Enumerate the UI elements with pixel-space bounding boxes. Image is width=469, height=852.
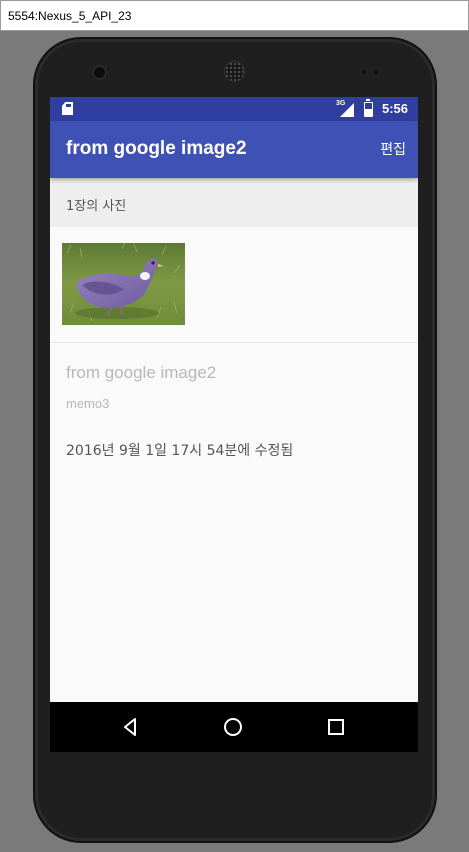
- emulator-title: 5554:Nexus_5_API_23: [8, 9, 132, 23]
- app-toolbar: from google image2 편집: [50, 121, 418, 178]
- modified-timestamp: 2016년 9월 1일 17시 54분에 수정됨: [66, 443, 294, 459]
- emulator-title-bar: 5554:Nexus_5_API_23: [0, 0, 469, 31]
- navigation-bar: [50, 702, 418, 752]
- back-icon[interactable]: [120, 716, 142, 738]
- status-clock: 5:56: [381, 101, 408, 116]
- photo-count-label: 1장의 사진: [66, 199, 127, 214]
- recents-icon[interactable]: [325, 716, 347, 738]
- note-memo: memo3: [66, 396, 110, 411]
- light-sensor: [373, 69, 379, 75]
- photo-strip: [50, 227, 418, 343]
- network-type-label: 3G: [336, 100, 346, 107]
- sd-card-icon: [62, 102, 73, 115]
- toolbar-title: from google image2: [66, 138, 247, 159]
- battery-icon: [364, 99, 373, 117]
- home-icon[interactable]: [222, 716, 244, 738]
- proximity-sensor: [361, 69, 367, 75]
- pigeon-photo: [62, 243, 185, 325]
- front-camera: [94, 67, 105, 78]
- device-screen: 3G 5:56 from google image2 편집 1장의 사진 fro…: [50, 97, 418, 752]
- edit-button[interactable]: 편집: [380, 139, 406, 159]
- photo-thumbnail[interactable]: [62, 243, 185, 325]
- status-bar: 3G 5:56: [50, 97, 418, 121]
- photo-count-header: 1장의 사진: [50, 178, 418, 227]
- earpiece-speaker: [224, 61, 245, 82]
- note-title: from google image2: [66, 363, 217, 382]
